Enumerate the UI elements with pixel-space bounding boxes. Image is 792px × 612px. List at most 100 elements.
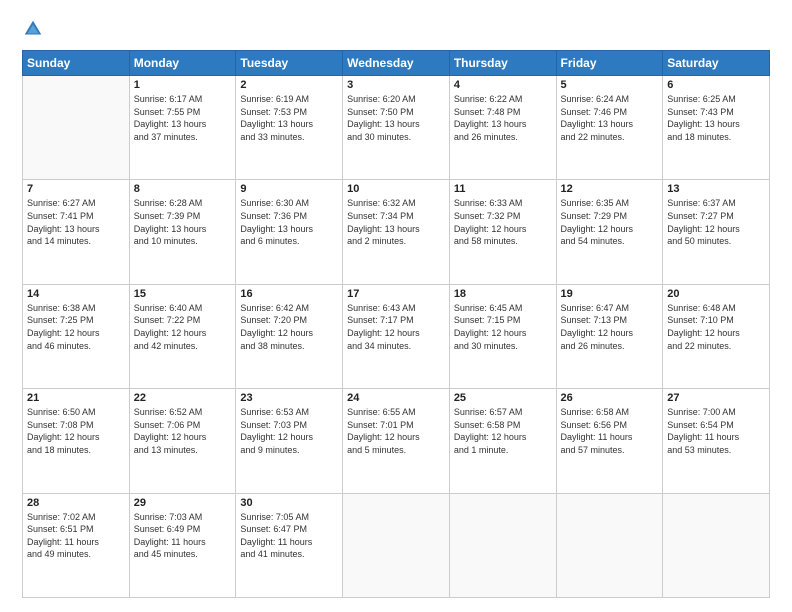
day-info: Sunrise: 6:40 AMSunset: 7:22 PMDaylight:…: [134, 302, 232, 352]
day-number: 14: [27, 288, 125, 300]
day-cell: 21Sunrise: 6:50 AMSunset: 7:08 PMDayligh…: [23, 389, 130, 493]
day-cell: 17 Sunrise: 6:43 AMSunset: 7:17 PMDayligh…: [343, 284, 450, 388]
day-cell: [556, 493, 663, 597]
day-cell: [23, 76, 130, 180]
day-cell: [343, 493, 450, 597]
day-info: Sunrise: 6:27 AMSunset: 7:41 PMDaylight:…: [27, 197, 125, 247]
logo-icon: [22, 18, 44, 40]
day-info: Sunrise: 7:00 AMSunset: 6:54 PMDaylight:…: [667, 406, 765, 456]
day-number: 18: [454, 288, 552, 300]
day-info: Sunrise: 6:57 AMSunset: 6:58 PMDaylight:…: [454, 406, 552, 456]
day-info: Sunrise: 7:02 AMSunset: 6:51 PMDaylight:…: [27, 511, 125, 561]
day-number: 17: [347, 288, 445, 300]
day-info: Sunrise: 6:47 AMSunset: 7:13 PMDaylight:…: [561, 302, 659, 352]
day-info: Sunrise: 6:55 AMSunset: 7:01 PMDaylight:…: [347, 406, 445, 456]
day-cell: 1 Sunrise: 6:17 AMSunset: 7:55 PMDaylight…: [129, 76, 236, 180]
day-number: 8: [134, 183, 232, 195]
week-row-3: 14 Sunrise: 6:38 AMSunset: 7:25 PMDayligh…: [23, 284, 770, 388]
day-cell: 15 Sunrise: 6:40 AMSunset: 7:22 PMDayligh…: [129, 284, 236, 388]
day-cell: 2 Sunrise: 6:19 AMSunset: 7:53 PMDaylight…: [236, 76, 343, 180]
weekday-header-row: SundayMondayTuesdayWednesdayThursdayFrid…: [23, 51, 770, 76]
weekday-tuesday: Tuesday: [236, 51, 343, 76]
day-number: 2: [240, 79, 338, 91]
weekday-thursday: Thursday: [449, 51, 556, 76]
weekday-saturday: Saturday: [663, 51, 770, 76]
day-info: Sunrise: 6:28 AMSunset: 7:39 PMDaylight:…: [134, 197, 232, 247]
day-cell: 6 Sunrise: 6:25 AMSunset: 7:43 PMDaylight…: [663, 76, 770, 180]
weekday-wednesday: Wednesday: [343, 51, 450, 76]
day-cell: 3 Sunrise: 6:20 AMSunset: 7:50 PMDaylight…: [343, 76, 450, 180]
day-cell: 11 Sunrise: 6:33 AMSunset: 7:32 PMDayligh…: [449, 180, 556, 284]
day-cell: 19 Sunrise: 6:47 AMSunset: 7:13 PMDayligh…: [556, 284, 663, 388]
week-row-4: 21Sunrise: 6:50 AMSunset: 7:08 PMDayligh…: [23, 389, 770, 493]
day-info: Sunrise: 7:05 AMSunset: 6:47 PMDaylight:…: [240, 511, 338, 561]
day-number: 5: [561, 79, 659, 91]
day-cell: 27 Sunrise: 7:00 AMSunset: 6:54 PMDayligh…: [663, 389, 770, 493]
day-cell: 26 Sunrise: 6:58 AMSunset: 6:56 PMDayligh…: [556, 389, 663, 493]
day-info: Sunrise: 6:38 AMSunset: 7:25 PMDaylight:…: [27, 302, 125, 352]
day-info: Sunrise: 6:48 AMSunset: 7:10 PMDaylight:…: [667, 302, 765, 352]
day-info: Sunrise: 6:22 AMSunset: 7:48 PMDaylight:…: [454, 93, 552, 143]
day-cell: 18Sunrise: 6:45 AMSunset: 7:15 PMDayligh…: [449, 284, 556, 388]
day-cell: [663, 493, 770, 597]
day-number: 3: [347, 79, 445, 91]
day-info: Sunrise: 6:35 AMSunset: 7:29 PMDaylight:…: [561, 197, 659, 247]
day-number: 11: [454, 183, 552, 195]
week-row-2: 7 Sunrise: 6:27 AMSunset: 7:41 PMDaylight…: [23, 180, 770, 284]
day-info: Sunrise: 6:33 AMSunset: 7:32 PMDaylight:…: [454, 197, 552, 247]
day-info: Sunrise: 6:19 AMSunset: 7:53 PMDaylight:…: [240, 93, 338, 143]
logo: [22, 18, 48, 40]
day-number: 22: [134, 392, 232, 404]
day-number: 15: [134, 288, 232, 300]
day-cell: 20Sunrise: 6:48 AMSunset: 7:10 PMDayligh…: [663, 284, 770, 388]
day-cell: 10 Sunrise: 6:32 AMSunset: 7:34 PMDayligh…: [343, 180, 450, 284]
day-number: 12: [561, 183, 659, 195]
day-cell: 4 Sunrise: 6:22 AMSunset: 7:48 PMDaylight…: [449, 76, 556, 180]
day-info: Sunrise: 6:24 AMSunset: 7:46 PMDaylight:…: [561, 93, 659, 143]
day-info: Sunrise: 6:32 AMSunset: 7:34 PMDaylight:…: [347, 197, 445, 247]
day-cell: 7 Sunrise: 6:27 AMSunset: 7:41 PMDaylight…: [23, 180, 130, 284]
day-cell: 25 Sunrise: 6:57 AMSunset: 6:58 PMDayligh…: [449, 389, 556, 493]
day-info: Sunrise: 6:37 AMSunset: 7:27 PMDaylight:…: [667, 197, 765, 247]
day-info: Sunrise: 6:53 AMSunset: 7:03 PMDaylight:…: [240, 406, 338, 456]
day-info: Sunrise: 6:42 AMSunset: 7:20 PMDaylight:…: [240, 302, 338, 352]
day-info: Sunrise: 6:30 AMSunset: 7:36 PMDaylight:…: [240, 197, 338, 247]
page: SundayMondayTuesdayWednesdayThursdayFrid…: [0, 0, 792, 612]
day-number: 7: [27, 183, 125, 195]
day-number: 26: [561, 392, 659, 404]
day-number: 19: [561, 288, 659, 300]
week-row-5: 28Sunrise: 7:02 AMSunset: 6:51 PMDayligh…: [23, 493, 770, 597]
day-number: 24: [347, 392, 445, 404]
day-number: 1: [134, 79, 232, 91]
day-number: 29: [134, 497, 232, 509]
day-number: 6: [667, 79, 765, 91]
day-number: 9: [240, 183, 338, 195]
weekday-monday: Monday: [129, 51, 236, 76]
day-cell: 13 Sunrise: 6:37 AMSunset: 7:27 PMDayligh…: [663, 180, 770, 284]
day-number: 13: [667, 183, 765, 195]
day-info: Sunrise: 6:52 AMSunset: 7:06 PMDaylight:…: [134, 406, 232, 456]
day-cell: 30 Sunrise: 7:05 AMSunset: 6:47 PMDayligh…: [236, 493, 343, 597]
day-number: 23: [240, 392, 338, 404]
day-number: 27: [667, 392, 765, 404]
day-info: Sunrise: 6:20 AMSunset: 7:50 PMDaylight:…: [347, 93, 445, 143]
day-info: Sunrise: 7:03 AMSunset: 6:49 PMDaylight:…: [134, 511, 232, 561]
day-info: Sunrise: 6:43 AMSunset: 7:17 PMDaylight:…: [347, 302, 445, 352]
day-cell: 14 Sunrise: 6:38 AMSunset: 7:25 PMDayligh…: [23, 284, 130, 388]
day-info: Sunrise: 6:58 AMSunset: 6:56 PMDaylight:…: [561, 406, 659, 456]
day-cell: 12 Sunrise: 6:35 AMSunset: 7:29 PMDayligh…: [556, 180, 663, 284]
day-cell: 23 Sunrise: 6:53 AMSunset: 7:03 PMDayligh…: [236, 389, 343, 493]
day-info: Sunrise: 6:25 AMSunset: 7:43 PMDaylight:…: [667, 93, 765, 143]
day-cell: 9 Sunrise: 6:30 AMSunset: 7:36 PMDaylight…: [236, 180, 343, 284]
header: [22, 18, 770, 40]
day-number: 10: [347, 183, 445, 195]
day-number: 30: [240, 497, 338, 509]
weekday-sunday: Sunday: [23, 51, 130, 76]
day-info: Sunrise: 6:17 AMSunset: 7:55 PMDaylight:…: [134, 93, 232, 143]
day-number: 25: [454, 392, 552, 404]
day-cell: 29 Sunrise: 7:03 AMSunset: 6:49 PMDayligh…: [129, 493, 236, 597]
day-number: 21: [27, 392, 125, 404]
day-cell: 24 Sunrise: 6:55 AMSunset: 7:01 PMDayligh…: [343, 389, 450, 493]
day-cell: 5 Sunrise: 6:24 AMSunset: 7:46 PMDaylight…: [556, 76, 663, 180]
day-number: 4: [454, 79, 552, 91]
